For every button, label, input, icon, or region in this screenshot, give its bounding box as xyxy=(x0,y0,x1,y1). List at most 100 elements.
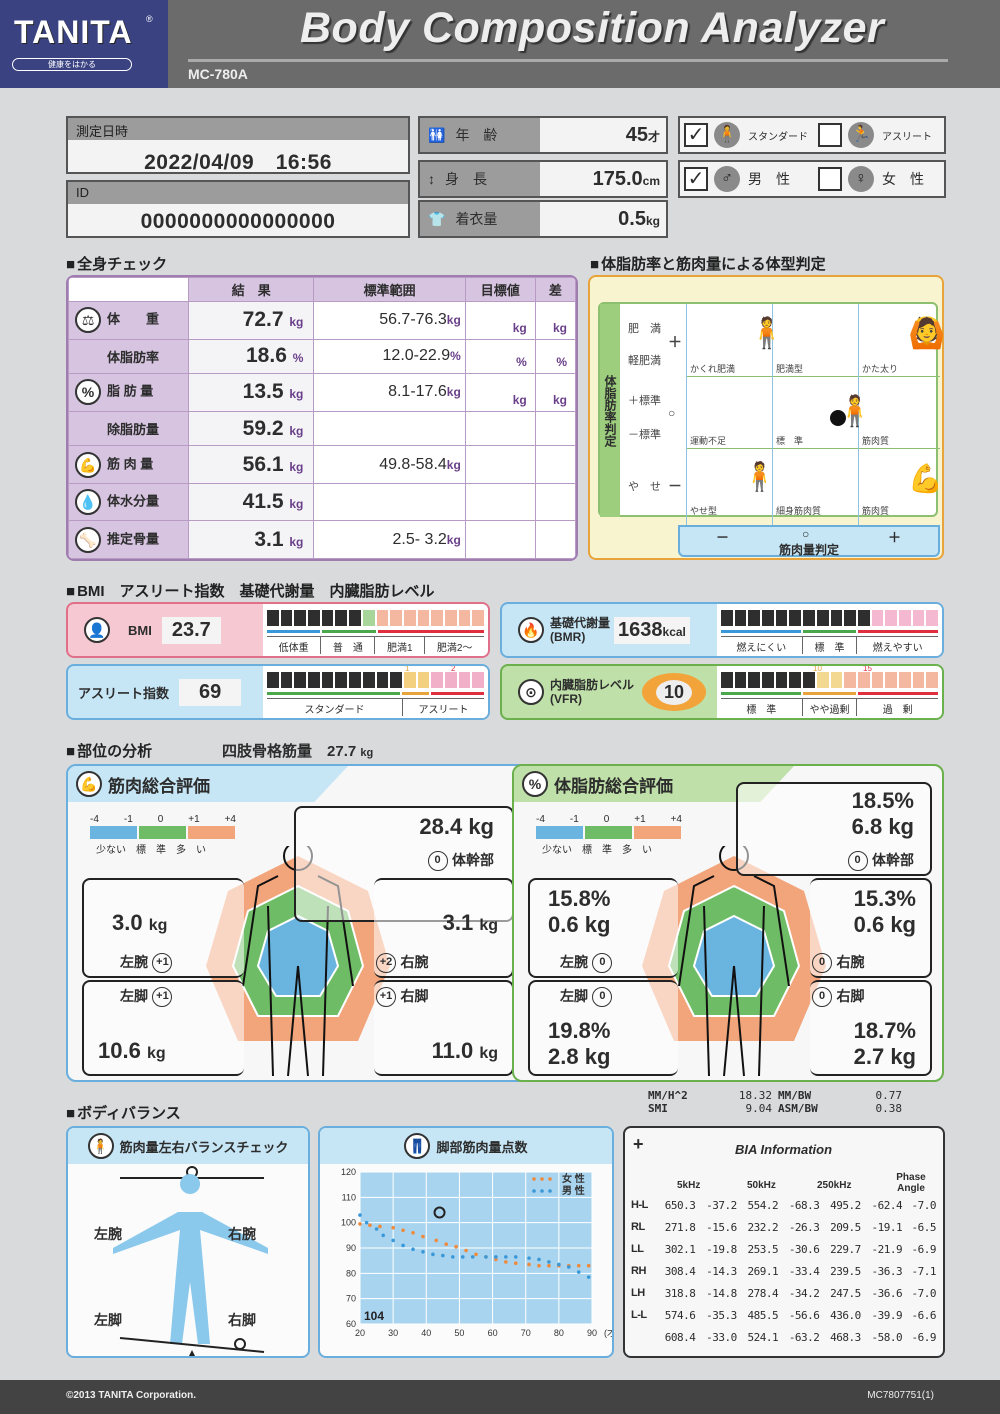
shirt-icon: 👕 xyxy=(428,210,446,227)
vfr-value: 10 xyxy=(656,679,693,705)
table-row: % 脂 肪 量 13.5 kg 8.1-17.6kg kg kg xyxy=(68,373,576,412)
vfr-badge: 10 xyxy=(642,673,707,711)
balance-title: 筋肉量左右バランスチェック xyxy=(119,1139,289,1155)
bar-segment xyxy=(721,672,733,688)
footer: ©2013 TANITA Corporation. MC7807751(1) xyxy=(0,1380,1000,1414)
leg-score-panel: 👖 脚部筋肉量点数 20 30 40 50 60 70 80 90 (才) 60 70 80 90 100 1… xyxy=(318,1126,614,1358)
left-leg-fat-kg: 2.8 kg xyxy=(548,1044,611,1069)
male-icon: ♂ xyxy=(714,166,740,192)
bia-row: LH 318.8 -14.8 278.4 -34.2 247.5 -36.6 -7.0 xyxy=(631,1282,939,1304)
standard-checkbox[interactable]: ✓ xyxy=(684,123,708,147)
right-arm-fat-score: 0 xyxy=(812,952,832,973)
legend-marker xyxy=(548,1189,552,1193)
trunk-score: 0 xyxy=(427,850,448,871)
bar-segment xyxy=(417,610,430,626)
data-point-male xyxy=(504,1255,508,1259)
right-leg-label: 右脚 xyxy=(228,1312,256,1328)
bar-segment xyxy=(267,610,279,626)
bia-cell: 495.2 xyxy=(830,1198,861,1212)
trunk-fat-box: 18.5% 6.8 kg 0 体幹部 xyxy=(736,782,932,876)
solidly-built-figure-icon: 🙆 xyxy=(908,317,946,350)
bar-segment xyxy=(885,672,897,688)
bia-cell: 554.2 xyxy=(747,1198,779,1212)
data-point-female xyxy=(474,1252,478,1257)
trunk-fat-score: 0 xyxy=(847,850,868,871)
bia-table: H-L 650.3 -37.2 554.2 -68.3 495.2 -62.4 -7.0 RL 2… xyxy=(631,1194,939,1348)
bia-cell: -33.0 xyxy=(706,1330,737,1344)
balance-panel: 🧍 筋肉量左右バランスチェック 左腕 右腕 左脚 右脚 xyxy=(66,1126,310,1358)
indices-section-title: BMI アスリート指数 基礎代謝量 内臓脂肪レベル xyxy=(66,580,435,601)
female-icon: ♀ xyxy=(848,166,874,192)
data-point-female xyxy=(434,1238,439,1243)
water-drop-icon: 💧 xyxy=(75,489,101,516)
x-tick-label: 50 xyxy=(454,1328,464,1338)
bar-segment xyxy=(403,610,416,626)
clothes-unit: kg xyxy=(645,214,660,228)
y-level: －標準 xyxy=(628,429,661,441)
bia-row: H-L 650.3 -37.2 554.2 -68.3 495.2 -62.4 -7.0 xyxy=(631,1194,939,1216)
bar-segment xyxy=(362,672,375,688)
y-sign: ○ xyxy=(668,406,676,420)
bia-cell: -6.5 xyxy=(911,1220,937,1234)
bar-segment xyxy=(871,672,884,688)
x-sign: ○ xyxy=(802,527,810,541)
datetime-value: 2022/04/09 16:56 xyxy=(144,151,332,174)
body-type-selector: ✓ 🧍 スタンダード 🏃 アスリート xyxy=(678,116,946,154)
data-point-female xyxy=(358,1222,362,1226)
right-leg-fat-score: 0 xyxy=(812,986,832,1007)
bia-cell: 485.5 xyxy=(747,1308,779,1322)
height-box: ↕ 身 長 175.0cm xyxy=(418,160,668,198)
bmr-label: 基礎代謝量 xyxy=(550,616,611,630)
bar-segment xyxy=(803,610,815,626)
muscle-panel-title: 筋肉総合評価 xyxy=(108,776,210,796)
whole-body-table: 結 果 標準範囲 目標値 差 ⚖ 体 重 72.7 kg 56.7-76.3kg … xyxy=(66,275,578,561)
bar-segment xyxy=(431,610,443,626)
weight-icon: ⚖ xyxy=(75,307,101,334)
body-fat-icon: % xyxy=(522,771,548,797)
bia-header: Phase Angle xyxy=(896,1172,926,1194)
bia-cell: 468.3 xyxy=(830,1330,861,1344)
data-point-male xyxy=(547,1260,551,1264)
data-point-male xyxy=(411,1247,415,1252)
x-tick-label: 70 xyxy=(521,1328,531,1338)
male-checkbox[interactable]: ✓ xyxy=(684,167,708,191)
data-point-male xyxy=(513,1255,518,1259)
bar-segment xyxy=(321,672,334,688)
header-target: 目標値 xyxy=(464,277,536,302)
bia-cell: -21.9 xyxy=(871,1242,903,1256)
appendicular-muscle: 四肢骨格筋量 27.7 kg xyxy=(222,743,374,760)
athlete-checkbox[interactable] xyxy=(818,123,842,147)
data-point-female xyxy=(378,1224,382,1229)
bia-cell: -36.3 xyxy=(871,1264,903,1278)
female-checkbox[interactable] xyxy=(818,167,842,191)
y-tick-label: 100 xyxy=(341,1218,356,1228)
right-leg-fat-kg: 2.7 kg xyxy=(853,1044,916,1069)
right-leg-score: +1 xyxy=(376,986,396,1007)
bmr-categories: 燃えにくい 標 準 燃えやすい xyxy=(721,636,938,654)
muscular-figure-icon: 💪 xyxy=(908,463,943,494)
y-level: ＋標準 xyxy=(628,395,661,407)
bia-cell: 271.8 xyxy=(664,1220,696,1234)
bar-segment xyxy=(472,610,484,626)
athlete-index-panel: アスリート指数 69 1 2 スタンダード アスリート xyxy=(66,664,490,720)
bia-row: LL 302.1 -19.8 253.5 -30.6 229.7 -21.9 -6.9 xyxy=(631,1238,939,1260)
right-arm-box: 3.1 kg +2 右腕 xyxy=(374,878,514,978)
y-tick-label: 80 xyxy=(346,1268,356,1278)
bar-segment xyxy=(898,610,911,626)
bia-cell: -37.2 xyxy=(706,1198,737,1212)
id-label: ID xyxy=(68,182,408,204)
age-label: 年 齢 xyxy=(455,127,498,143)
bia-cell: 574.6 xyxy=(664,1308,696,1322)
leg-chart-title: 脚部筋肉量点数 xyxy=(436,1139,528,1155)
height-value: 175.0 xyxy=(592,168,643,190)
legend-marker xyxy=(540,1189,544,1193)
bia-cell: 436.0 xyxy=(830,1308,861,1322)
table-row: 体脂肪率 18.6 % 12.0-22.9% % % xyxy=(68,338,576,375)
data-point-female xyxy=(504,1260,508,1264)
bar-segment xyxy=(721,610,733,626)
data-point-male xyxy=(358,1213,362,1217)
bar-segment xyxy=(335,672,348,688)
data-point-male xyxy=(576,1270,581,1274)
age-icon: 🚻 xyxy=(428,126,446,143)
body-type-grid: 体脂肪率判定 肥 満 軽肥満 ＋標準 －標準 や せ ＋ ○ － かくれ肥満 肥… xyxy=(598,302,945,544)
